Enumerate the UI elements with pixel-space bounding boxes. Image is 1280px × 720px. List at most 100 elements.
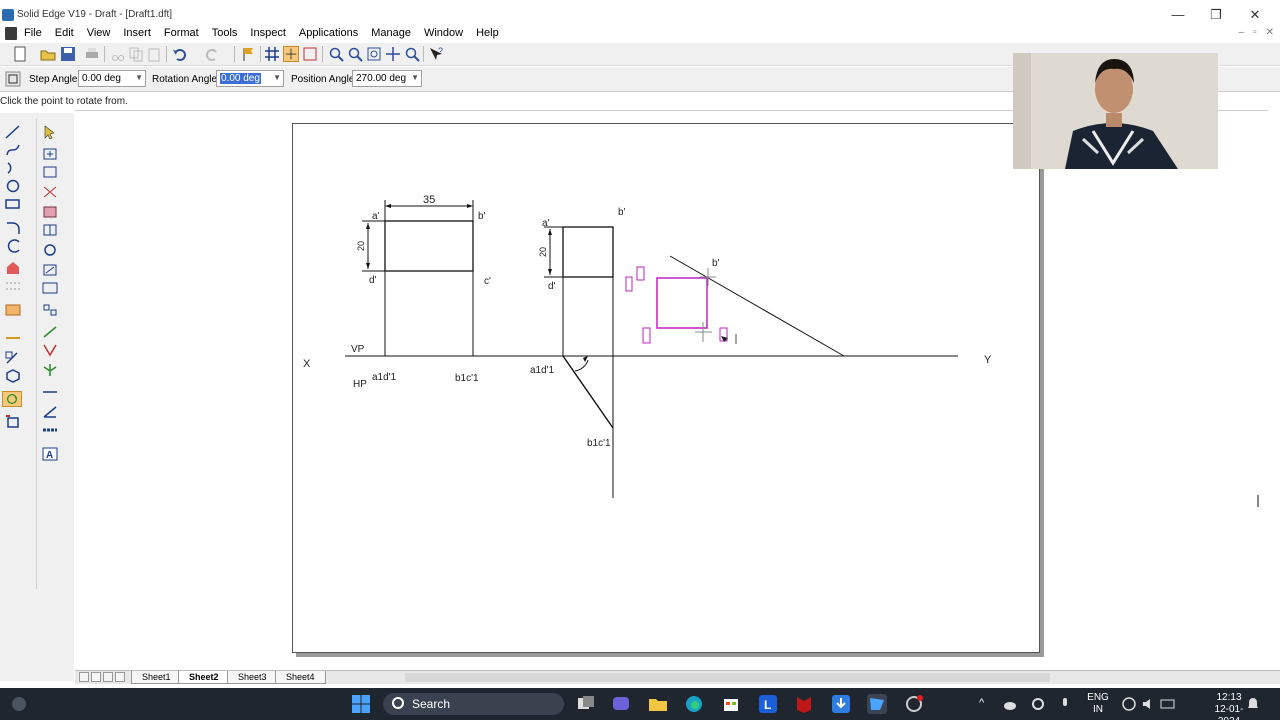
- tab-sheet2[interactable]: Sheet2: [178, 671, 230, 684]
- curve-tool-icon[interactable]: [5, 143, 21, 157]
- annotation-tool-icon[interactable]: [5, 351, 21, 365]
- open-icon[interactable]: [40, 46, 56, 62]
- menu-window[interactable]: Window: [424, 27, 463, 39]
- recording-app-icon[interactable]: [904, 694, 924, 714]
- doc-restore-button[interactable]: ▫: [1253, 27, 1257, 38]
- microphone-icon[interactable]: [1057, 696, 1073, 712]
- rectangle-tool-icon[interactable]: [5, 197, 21, 211]
- notification-bell-icon[interactable]: [1246, 696, 1260, 712]
- view-tool-icon[interactable]: [5, 369, 21, 383]
- circle-tool-icon[interactable]: [5, 179, 21, 193]
- cut-icon[interactable]: [110, 46, 126, 62]
- drawing-sheet[interactable]: [292, 123, 1040, 653]
- array-tool-icon[interactable]: [42, 303, 58, 317]
- edge-browser-icon[interactable]: [684, 694, 704, 714]
- doc-minimize-button[interactable]: –: [1239, 27, 1245, 38]
- connect-tool-icon[interactable]: [42, 343, 58, 357]
- undo-icon[interactable]: [172, 46, 188, 62]
- redo-icon[interactable]: [204, 46, 220, 62]
- mcafee-icon[interactable]: [794, 694, 814, 714]
- pattern-tool-icon[interactable]: [5, 279, 21, 293]
- clock[interactable]: 12:13 12-01-2024: [1208, 692, 1250, 720]
- menu-applications[interactable]: Applications: [299, 27, 358, 39]
- chat-icon[interactable]: [611, 694, 631, 714]
- fit-icon[interactable]: [366, 46, 382, 62]
- extend-tool-icon[interactable]: [42, 205, 58, 219]
- widgets-icon[interactable]: [9, 694, 29, 714]
- drawing-view-icon[interactable]: [5, 415, 21, 429]
- coordinate-dimension-icon[interactable]: [42, 423, 58, 437]
- maximize-button[interactable]: ❐: [1201, 6, 1231, 24]
- position-angle-combo[interactable]: 270.00 deg ▼: [352, 70, 422, 87]
- move-tool-icon[interactable]: [42, 147, 58, 161]
- rotation-angle-combo[interactable]: 0.00 deg ▼: [216, 70, 284, 87]
- stretch-tool-icon[interactable]: [42, 281, 58, 295]
- paste-icon[interactable]: [146, 46, 162, 62]
- dimension-tool-icon[interactable]: [5, 327, 21, 341]
- menu-edit[interactable]: Edit: [55, 27, 74, 39]
- solid-edge-taskbar-icon[interactable]: [867, 694, 887, 714]
- language-indicator[interactable]: ENG IN: [1085, 692, 1111, 716]
- file-explorer-icon[interactable]: [648, 694, 668, 714]
- print-icon[interactable]: [84, 46, 100, 62]
- line-tool-icon[interactable]: [5, 125, 21, 139]
- store-icon[interactable]: [721, 694, 741, 714]
- sync-icon[interactable]: [1030, 696, 1046, 712]
- block-tool-icon[interactable]: [5, 303, 21, 317]
- doc-close-button[interactable]: ✕: [1266, 27, 1274, 38]
- menu-help[interactable]: Help: [476, 27, 499, 39]
- menu-insert[interactable]: Insert: [123, 27, 151, 39]
- save-icon[interactable]: [60, 46, 76, 62]
- tab-sheet3[interactable]: Sheet3: [227, 671, 278, 684]
- rotate-tool-icon[interactable]: [2, 391, 22, 407]
- help-pointer-icon[interactable]: ?: [428, 46, 444, 62]
- vertical-scroll-indicator[interactable]: [1257, 495, 1259, 507]
- zoom-area-icon[interactable]: [328, 46, 344, 62]
- cloud-icon[interactable]: [1002, 696, 1018, 712]
- arc-tool-icon[interactable]: [5, 161, 21, 175]
- horizontal-scrollbar[interactable]: [405, 673, 1050, 682]
- document-icon[interactable]: [5, 27, 17, 40]
- split-tool-icon[interactable]: [42, 223, 58, 237]
- select-tool-icon[interactable]: [42, 125, 58, 139]
- tangent-tool-icon[interactable]: [42, 363, 58, 377]
- text-tool-icon[interactable]: A: [42, 447, 58, 461]
- battery-icon[interactable]: [1160, 696, 1176, 712]
- menu-file[interactable]: File: [24, 27, 42, 39]
- taskbar-search-box[interactable]: Search: [383, 693, 564, 715]
- tray-overflow-icon[interactable]: ^: [979, 697, 984, 709]
- tab-sheet4[interactable]: Sheet4: [275, 671, 326, 684]
- menu-tools[interactable]: Tools: [212, 27, 238, 39]
- menu-view[interactable]: View: [87, 27, 111, 39]
- smart-dimension-icon[interactable]: [42, 385, 58, 399]
- task-view-icon[interactable]: [576, 694, 596, 714]
- menu-manage[interactable]: Manage: [371, 27, 411, 39]
- step-angle-combo[interactable]: 0.00 deg ▼: [78, 70, 146, 87]
- fill-tool-icon[interactable]: [5, 261, 21, 275]
- copy-tool-icon[interactable]: [42, 165, 58, 179]
- start-icon[interactable]: [351, 694, 371, 714]
- download-app-icon[interactable]: [831, 694, 851, 714]
- trim-tool-icon[interactable]: [42, 185, 58, 199]
- scale-tool-icon[interactable]: [42, 263, 58, 277]
- zoom-previous-icon[interactable]: [404, 46, 420, 62]
- menu-format[interactable]: Format: [164, 27, 199, 39]
- fillet-tool-icon[interactable]: [5, 221, 21, 235]
- mirror-tool-icon[interactable]: [42, 243, 58, 257]
- relate-tool-icon[interactable]: [42, 325, 58, 339]
- menu-inspect[interactable]: Inspect: [250, 27, 285, 39]
- prev-sheet-button[interactable]: [91, 672, 101, 682]
- globe-icon[interactable]: [1121, 696, 1137, 712]
- zoom-icon[interactable]: [347, 46, 363, 62]
- minimize-button[interactable]: —: [1163, 6, 1193, 24]
- relationship-handles-icon[interactable]: [302, 46, 318, 62]
- rotate-step-icon[interactable]: [5, 71, 21, 87]
- lenovo-app-icon[interactable]: L: [758, 694, 778, 714]
- copy-icon[interactable]: [128, 46, 144, 62]
- pan-icon[interactable]: [385, 46, 401, 62]
- offset-tool-icon[interactable]: [5, 239, 21, 253]
- tab-sheet1[interactable]: Sheet1: [131, 671, 182, 684]
- first-sheet-button[interactable]: [79, 672, 89, 682]
- next-sheet-button[interactable]: [103, 672, 113, 682]
- close-button[interactable]: ✕: [1240, 6, 1270, 24]
